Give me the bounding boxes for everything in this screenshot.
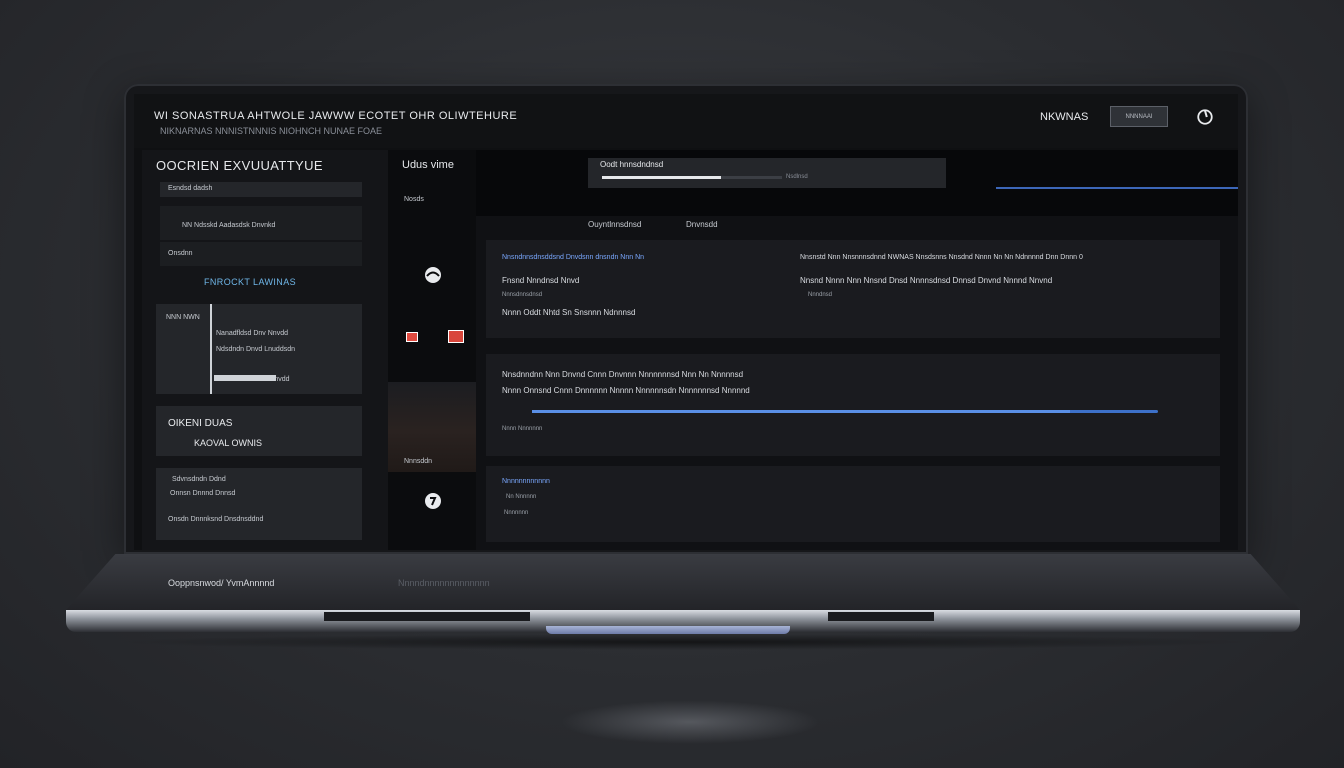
list-highlight (214, 375, 276, 381)
panel-footer: Nnnn Nnnnnnn (502, 426, 543, 432)
app-title: WI SONASTRUA AHTWOLE JAWWW ECOTET OHR OL… (154, 110, 518, 122)
footer-item[interactable]: Onnsn Dnnnd Dnnsd (170, 490, 235, 497)
sidebar-search[interactable]: Esndsd dadsh (160, 182, 362, 197)
panel-line: Nnsdnndnn Nnn Dnvnd Cnnn Dnvnnn Nnnnnnns… (502, 370, 744, 379)
panel-line: Nnnn Onnsnd Cnnn Dnnnnnn Nnnnn Nnnnnnsdn… (502, 386, 750, 395)
info-card-subtitle: KAOVAL OWNIS (194, 438, 263, 448)
panel-line: Nnsnd Nnnn Nnn Nnsnd Dnsd Nnnnsdnsd Dnns… (800, 276, 1053, 285)
sidebar-info-card[interactable]: OIKENI DUAS KAOVAL OWNIS (156, 406, 362, 456)
summary-line: Nnnnnnn (504, 510, 529, 516)
trackpad-notch (546, 626, 790, 634)
red-badge-icon (406, 332, 418, 342)
top-bar: WI SONASTRUA AHTWOLE JAWWW ECOTET OHR OL… (134, 94, 1238, 148)
sidebar-select[interactable]: Onsdnn (160, 242, 362, 266)
list-item[interactable]: NNN NWN (166, 314, 200, 321)
sidebar-search-text: Esndsd dadsh (168, 185, 213, 192)
sidebar-list-card: NNN NWN Nanadfldsd Dnv Nnvdd Ndsdndn Dnv… (156, 304, 362, 394)
media-column: Udus vime Nosds Nnnsddn (388, 150, 476, 550)
logo-icon[interactable] (424, 266, 442, 284)
panel-line: Nnsnstd Nnn Nnsnnnsdnnd NWNAS Nnsdsnns N… (800, 254, 1083, 261)
app-subtitle: NIKNARNAS NNNISTNNNIS NIOHNCH NUNAE FOAE (160, 126, 383, 136)
laptop-base: Ooppnsnwod/ YvmAnnnnd Nnnndnnnnnnnnnnnnn (66, 554, 1300, 654)
sidebar-footer-card: Sdvnsdndn Ddnd Onnsn Dnnnd Dnnsd Onsdn D… (156, 468, 362, 540)
port-slot (828, 612, 934, 621)
progress-fill (602, 176, 721, 179)
progress-track (602, 176, 782, 179)
info-card-title: OIKENI DUAS (168, 418, 233, 429)
range-slider[interactable] (532, 410, 1158, 413)
deck-label: Ooppnsnwod/ YvmAnnnnd (168, 578, 275, 588)
media-header: Udus vime (402, 159, 454, 171)
summary-line: Nn Nnnnnn (506, 494, 537, 500)
footer-item[interactable]: Sdvnsdndn Ddnd (172, 476, 226, 483)
summary-panel: Nnnnnnnnnnnn Nn Nnnnnn Nnnnnnn (486, 466, 1220, 542)
panel-line: Nnndnsd (808, 292, 833, 298)
slider-fill (532, 410, 1071, 413)
nav-link[interactable]: NKWNAS (1040, 111, 1088, 123)
power-icon[interactable] (1196, 108, 1214, 126)
progress-field[interactable]: Oodt hnnsdndnsd Nsdlnsd (588, 158, 946, 188)
column-label: Dnvnsdd (686, 220, 718, 229)
media-label: Nosds (404, 196, 424, 203)
column-label: Ouyntlnnsdnsd (588, 220, 642, 229)
panel-line: Nnnsdnnsdnsd (502, 292, 543, 298)
panel-line: Fnsnd Nnndnsd Nnvd (502, 276, 580, 285)
details-panel: Nnsndnnsdnsddsnd Dnvdsnn dnsndn Nnn Nn F… (486, 240, 1220, 338)
port-slot (324, 612, 530, 621)
main-content: Oodt hnnsdndnsd Nsdlnsd Ouyntlnnsdnsd Dn… (476, 150, 1238, 550)
sidebar-accent-label[interactable]: FNROCKT LAWINAS (204, 277, 296, 287)
accent-line (996, 187, 1238, 189)
header-strip: Oodt hnnsdndnsd Nsdlnsd (476, 150, 1238, 216)
list-item[interactable]: Ndsdndn Dnvd Lnuddsdn (216, 346, 295, 353)
sidebar-row-1: NN Ndsskd Aadasdsk Dnvnkd (182, 222, 276, 229)
field-label: Oodt hnnsdndnsd (600, 160, 664, 169)
top-action-button[interactable]: NNNNAAI (1110, 106, 1168, 127)
photo-caption: Nnnsddn (404, 458, 433, 465)
sidebar-title: OOCRIEN EXVUUATTYUE (156, 158, 323, 173)
footer-item[interactable]: Onsdn Dnnnksnd Dnsdnsddnd (168, 516, 263, 523)
sidebar-filter-card[interactable]: NN Ndsskd Aadasdsk Dnvnkd (160, 206, 362, 240)
list-divider (210, 304, 212, 394)
summary-title[interactable]: Nnnnnnnnnnnn (502, 478, 550, 485)
chat-icon[interactable] (424, 492, 442, 510)
red-badge-icon (448, 330, 464, 343)
deck-label-faded: Nnnndnnnnnnnnnnnnn (398, 578, 490, 588)
sidebar-row-2: Onsdnn (168, 250, 193, 257)
laptop-screen: WI SONASTRUA AHTWOLE JAWWW ECOTET OHR OL… (134, 94, 1238, 550)
base-shadow (106, 634, 1260, 650)
sidebar: OOCRIEN EXVUUATTYUE Esndsd dadsh NN Ndss… (142, 150, 388, 550)
slider-panel: Nnsdnndnn Nnn Dnvnd Cnnn Dnvnnn Nnnnnnns… (486, 354, 1220, 456)
floor-glow (560, 700, 820, 744)
field-value: Nsdlnsd (786, 174, 808, 180)
panel-line: Nnnn Oddt Nhtd Sn Snsnnn Ndnnnsd (502, 308, 636, 317)
panel-line[interactable]: Nnsndnnsdnsddsnd Dnvdsnn dnsndn Nnn Nn (502, 254, 644, 261)
list-item[interactable]: Nanadfldsd Dnv Nnvdd (216, 330, 288, 337)
